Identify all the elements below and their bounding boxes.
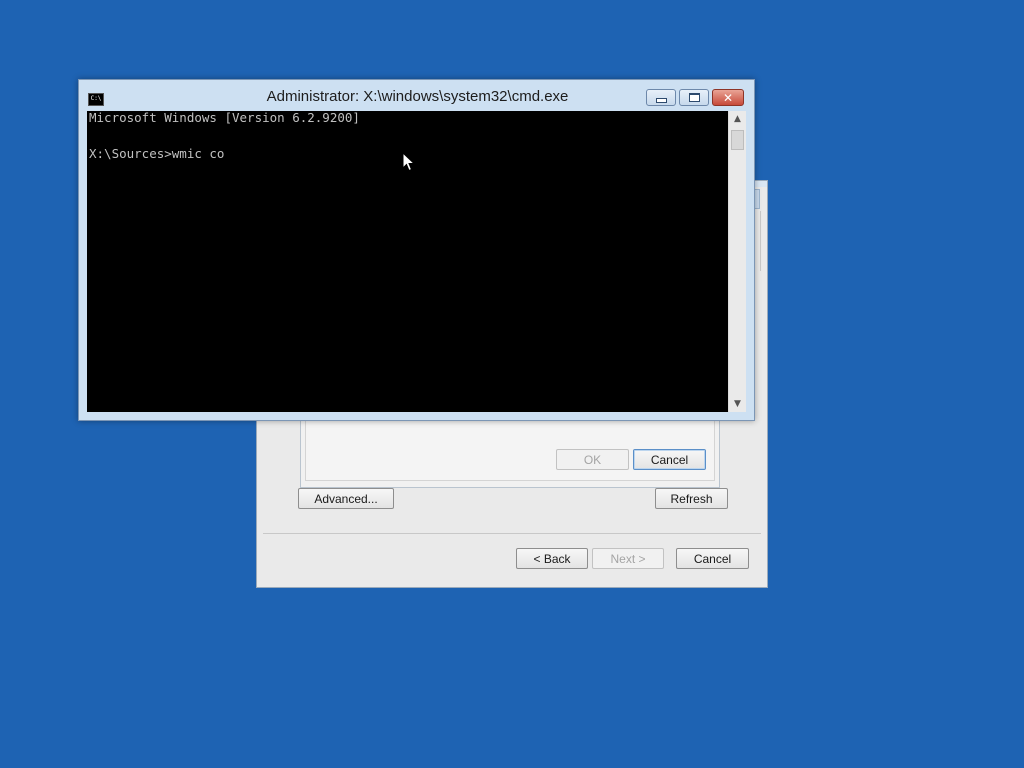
console-line: Microsoft Windows [Version 6.2.9200] [89, 110, 360, 125]
dialog-cancel-button[interactable]: Cancel [633, 449, 706, 470]
ok-button[interactable]: OK [556, 449, 629, 470]
wizard-edge-line [754, 211, 761, 271]
console-prompt-line: X:\Sources>wmic co [89, 146, 225, 161]
refresh-button[interactable]: Refresh [655, 488, 728, 509]
next-button[interactable]: Next > [592, 548, 664, 569]
back-button[interactable]: < Back [516, 548, 588, 569]
minimize-icon [655, 97, 667, 103]
scroll-down-icon[interactable]: ▼ [729, 396, 746, 412]
maximize-icon [688, 93, 700, 102]
mouse-pointer-icon [402, 152, 416, 172]
close-icon: ✕ [722, 90, 734, 105]
cmd-window[interactable]: Administrator: X:\windows\system32\cmd.e… [78, 79, 755, 421]
console-icon[interactable]: C:\ [88, 93, 104, 106]
close-button[interactable]: ✕ [712, 89, 744, 106]
scroll-up-icon[interactable]: ▲ [729, 111, 746, 127]
vertical-scrollbar[interactable]: ▲ ▼ [728, 111, 746, 412]
minimize-button[interactable] [646, 89, 676, 106]
advanced-button[interactable]: Advanced... [298, 488, 394, 509]
maximize-button[interactable] [679, 89, 709, 106]
scroll-thumb[interactable] [731, 130, 744, 150]
wizard-cancel-button[interactable]: Cancel [676, 548, 749, 569]
wizard-separator [263, 533, 761, 534]
